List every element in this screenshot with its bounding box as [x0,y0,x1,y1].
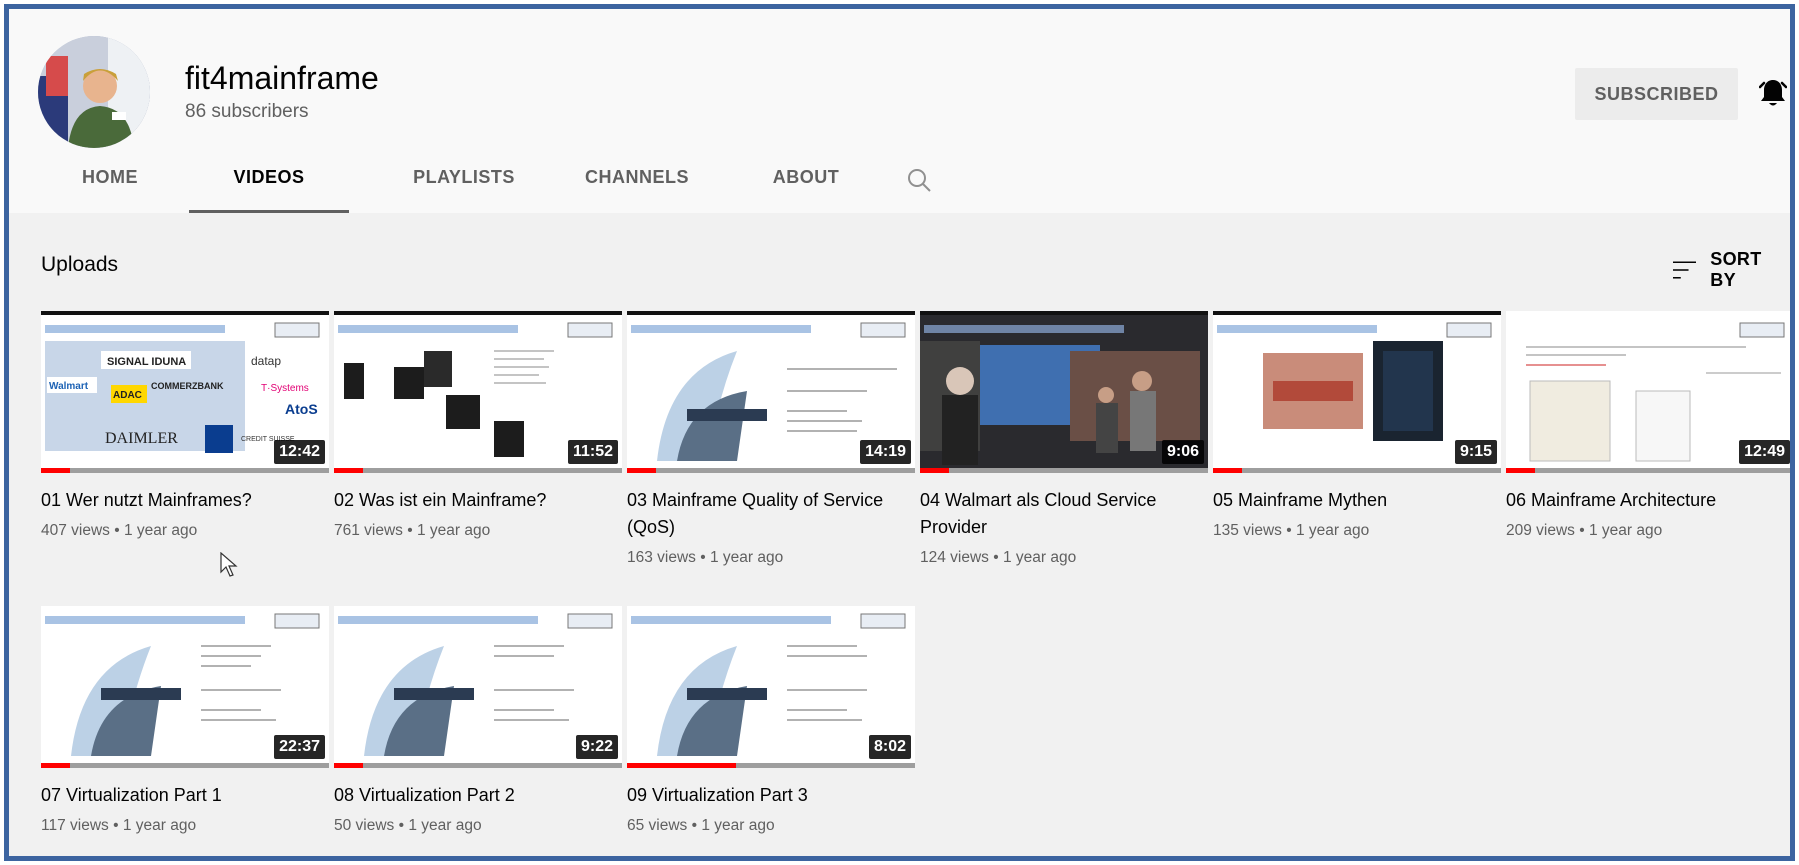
video-title[interactable]: 08 Virtualization Part 2 [334,782,622,809]
watch-progress [920,468,949,473]
video-card[interactable]: 9:06 04 Walmart als Cloud Service Provid… [920,311,1208,567]
progress-track [920,468,1208,473]
video-title[interactable]: 04 Walmart als Cloud Service Provider [920,487,1208,541]
video-card[interactable]: 9:15 05 Mainframe Mythen 135 views • 1 y… [1213,311,1501,540]
channel-avatar[interactable] [38,36,150,148]
svg-text:COMMERZBANK: COMMERZBANK [151,381,224,391]
mouse-cursor-icon [220,552,238,577]
channel-name[interactable]: fit4mainframe [185,60,379,97]
video-card[interactable]: 14:19 03 Mainframe Quality of Service (Q… [627,311,915,567]
video-thumbnail[interactable]: 9:22 [334,606,622,768]
video-card[interactable]: 8:02 09 Virtualization Part 3 65 views •… [627,606,915,835]
video-duration: 11:52 [567,440,618,464]
svg-text:AtoS: AtoS [285,401,318,417]
tab-about[interactable]: ABOUT [761,167,851,213]
video-thumbnail[interactable]: 9:06 [920,311,1208,473]
watch-progress [41,468,70,473]
channel-header: fit4mainframe 86 subscribers SUBSCRIBED … [9,9,1790,213]
video-meta: 124 views • 1 year ago [920,549,1077,566]
video-meta: 761 views • 1 year ago [334,522,491,539]
watch-progress [1213,468,1242,473]
sort-by-label: SORT BY [1710,249,1762,290]
tab-videos[interactable]: VIDEOS [189,167,349,213]
video-title[interactable]: 03 Mainframe Quality of Service (QoS) [627,487,915,541]
video-meta: 407 views • 1 year ago [41,522,198,539]
watch-progress [627,763,737,768]
svg-text:datap: datap [251,354,281,368]
video-duration: 8:02 [868,735,911,759]
search-icon[interactable] [899,167,939,213]
video-meta: 65 views • 1 year ago [627,817,775,834]
svg-text:T·Systems: T·Systems [261,383,309,394]
watch-progress [1506,468,1535,473]
video-thumbnail[interactable]: SIGNAL IDUNA Walmart ADAC COMMERZBANK da… [41,311,329,473]
watch-progress [627,468,656,473]
sort-icon [1673,261,1697,279]
video-thumbnail[interactable]: 11:52 [334,311,622,473]
video-duration: 14:19 [860,440,911,464]
progress-track [627,468,915,473]
video-card[interactable]: 9:22 08 Virtualization Part 2 50 views •… [334,606,622,835]
video-duration: 9:22 [575,735,618,759]
video-thumbnail[interactable]: 8:02 [627,606,915,768]
video-title[interactable]: 05 Mainframe Mythen [1213,487,1501,514]
watch-progress [334,763,363,768]
watch-progress [334,468,363,473]
video-title[interactable]: 02 Was ist ein Mainframe? [334,487,622,514]
progress-track [41,763,329,768]
progress-track [1213,468,1501,473]
svg-text:DAIMLER: DAIMLER [105,430,178,447]
video-duration: 9:15 [1454,440,1497,464]
video-thumbnail[interactable]: 14:19 [627,311,915,473]
video-thumbnail[interactable]: 22:37 [41,606,329,768]
svg-text:SIGNAL IDUNA: SIGNAL IDUNA [107,356,186,368]
progress-track [1506,468,1790,473]
video-meta: 50 views • 1 year ago [334,817,482,834]
channel-tabs: HOME VIDEOS PLAYLISTS CHANNELS ABOUT [57,167,939,213]
watch-progress [41,763,70,768]
section-title: Uploads [41,253,119,276]
video-card[interactable]: 12:49 06 Mainframe Architecture 209 view… [1506,311,1790,540]
window-frame: fit4mainframe 86 subscribers SUBSCRIBED … [4,4,1795,861]
progress-track [334,468,622,473]
video-title[interactable]: 01 Wer nutzt Mainframes? [41,487,329,514]
video-duration: 12:42 [274,440,325,464]
video-duration: 9:06 [1161,440,1204,464]
subscribed-button[interactable]: SUBSCRIBED [1575,68,1738,120]
video-thumbnail[interactable]: 9:15 [1213,311,1501,473]
video-duration: 22:37 [274,735,325,759]
notification-bell-icon[interactable] [1758,78,1788,108]
progress-track [334,763,622,768]
tab-channels[interactable]: CHANNELS [575,167,699,213]
svg-text:ADAC: ADAC [113,390,142,401]
videos-content: Uploads SORT BY SIGNAL IDUNA Walmart ADA… [9,213,1790,856]
video-thumbnail[interactable]: 12:49 [1506,311,1790,473]
video-meta: 209 views • 1 year ago [1506,522,1663,539]
video-card[interactable]: SIGNAL IDUNA Walmart ADAC COMMERZBANK da… [41,311,329,540]
subscriber-count: 86 subscribers [185,101,309,122]
tab-playlists[interactable]: PLAYLISTS [395,167,533,213]
video-meta: 117 views • 1 year ago [41,817,197,834]
video-card[interactable]: 11:52 02 Was ist ein Mainframe? 761 view… [334,311,622,540]
svg-text:Walmart: Walmart [49,381,89,392]
video-meta: 163 views • 1 year ago [627,549,784,566]
video-duration: 12:49 [1739,440,1790,464]
video-title[interactable]: 06 Mainframe Architecture [1506,487,1790,514]
video-card[interactable]: 22:37 07 Virtualization Part 1 117 views… [41,606,329,835]
sort-by-button[interactable]: SORT BY [1673,249,1790,291]
tab-home[interactable]: HOME [57,167,163,213]
progress-track [41,468,329,473]
video-title[interactable]: 07 Virtualization Part 1 [41,782,329,809]
video-meta: 135 views • 1 year ago [1213,522,1370,539]
video-title[interactable]: 09 Virtualization Part 3 [627,782,915,809]
